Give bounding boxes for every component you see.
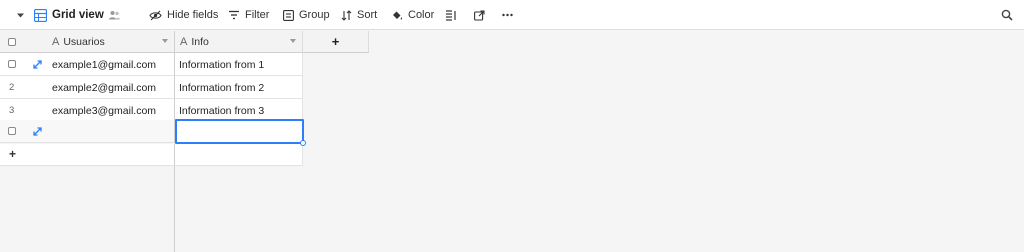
plus-icon: +	[331, 34, 340, 49]
grid-icon	[34, 8, 47, 22]
row-checkbox[interactable]	[8, 60, 16, 68]
primary-column-header[interactable]: A Usuarios	[0, 31, 175, 53]
hide-fields-icon	[149, 10, 162, 21]
fill-handle[interactable]	[300, 140, 306, 146]
select-all-checkbox[interactable]	[8, 38, 16, 46]
selected-cell[interactable]	[175, 119, 304, 144]
hide-fields-button[interactable]: Hide fields	[149, 0, 218, 30]
group-label: Group	[299, 9, 330, 21]
search-icon[interactable]	[1001, 0, 1013, 30]
expand-icon[interactable]	[33, 60, 42, 72]
column-header-label: Usuarios	[63, 36, 105, 48]
group-button[interactable]: Group	[283, 0, 330, 30]
view-toolbar: Grid view Hide fields Filter Group Sort …	[0, 0, 1024, 30]
people-icon[interactable]	[108, 0, 121, 30]
share-icon[interactable]	[474, 0, 485, 30]
info-cell[interactable]: Information from 1	[179, 53, 264, 76]
paint-bucket-icon	[391, 10, 403, 21]
chevron-down-icon[interactable]	[162, 39, 168, 43]
chevron-down-icon[interactable]	[290, 39, 296, 43]
chevron-down-icon[interactable]	[16, 0, 25, 30]
filter-icon	[228, 10, 240, 20]
primary-column-divider	[174, 166, 175, 252]
email-cell[interactable]: example1@gmail.com	[52, 53, 156, 76]
text-field-icon: A	[52, 36, 60, 48]
email-cell[interactable]: example2@gmail.com	[52, 76, 156, 99]
column-header-label: Info	[191, 36, 209, 48]
hide-fields-label: Hide fields	[167, 9, 219, 21]
filter-label: Filter	[245, 9, 270, 21]
column-header-info[interactable]: A Info	[175, 31, 303, 53]
add-field-button[interactable]: +	[303, 31, 369, 53]
view-switcher[interactable]: Grid view	[34, 0, 104, 30]
info-cell[interactable]: Information from 2	[179, 76, 264, 99]
email-cell[interactable]: example3@gmail.com	[52, 99, 156, 122]
color-button[interactable]: Color	[391, 0, 434, 30]
plus-icon: +	[9, 147, 17, 161]
sort-icon	[341, 9, 352, 21]
row-number: 2	[9, 82, 15, 93]
view-name: Grid view	[52, 9, 104, 21]
row-checkbox[interactable]	[8, 127, 16, 135]
text-field-icon: A	[180, 36, 188, 48]
table-row[interactable]: 2 example2@gmail.com Information from 2	[0, 76, 303, 99]
row-number: 3	[9, 105, 15, 116]
filter-button[interactable]: Filter	[228, 0, 269, 30]
row-height-icon[interactable]	[445, 0, 457, 30]
sort-label: Sort	[357, 9, 378, 21]
color-label: Color	[408, 9, 435, 21]
group-icon	[283, 9, 294, 21]
add-row-button[interactable]: +	[0, 144, 303, 166]
expand-icon[interactable]	[33, 127, 42, 139]
more-icon[interactable]	[502, 0, 513, 30]
sort-button[interactable]: Sort	[341, 0, 377, 30]
table-row[interactable]: example1@gmail.com Information from 1	[0, 53, 303, 76]
